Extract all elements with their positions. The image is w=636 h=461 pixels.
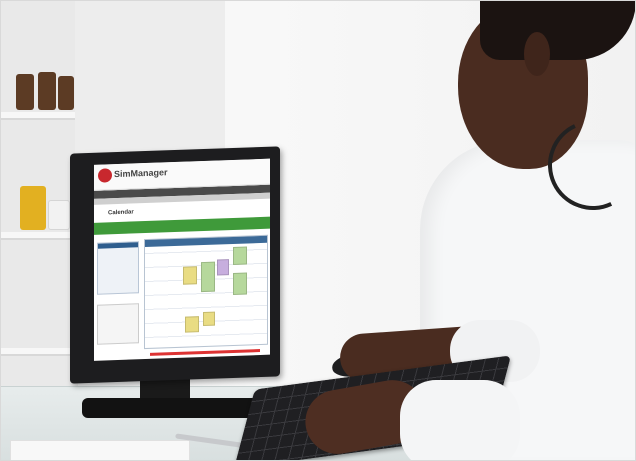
papers xyxy=(10,440,190,461)
calendar-grid-header xyxy=(145,235,267,248)
appointment-block xyxy=(185,316,199,333)
mini-calendar-header xyxy=(98,242,138,249)
screen-page-title: Calendar xyxy=(108,209,134,217)
doctor-hair xyxy=(480,0,636,60)
container xyxy=(20,186,46,230)
appointment-block xyxy=(201,261,215,293)
app-logo-text: SimManager xyxy=(114,167,168,180)
shelf-unit xyxy=(0,0,78,400)
bottle xyxy=(58,76,74,110)
mini-calendar xyxy=(97,241,139,295)
bottle xyxy=(16,74,34,110)
bottle xyxy=(38,72,56,110)
logo-icon xyxy=(98,168,112,183)
shelf xyxy=(0,348,78,356)
doctor-ear xyxy=(524,32,550,76)
monitor: SimManager Calendar xyxy=(70,146,280,384)
appointment-block xyxy=(183,266,197,285)
appointment-block xyxy=(203,311,215,327)
shelf xyxy=(0,232,78,240)
side-list xyxy=(97,303,139,345)
container xyxy=(48,200,70,230)
monitor-base xyxy=(82,398,270,418)
monitor-screen: SimManager Calendar xyxy=(94,158,270,361)
calendar-grid xyxy=(144,234,268,350)
appointment-block xyxy=(233,246,247,265)
doctor-left-sleeve xyxy=(400,380,520,461)
success-message-bar xyxy=(94,216,270,235)
shelf xyxy=(0,112,78,120)
appointment-block xyxy=(217,259,229,276)
screen-footer-bar xyxy=(150,349,260,356)
appointment-block xyxy=(233,272,247,295)
photo-scene: SimManager Calendar xyxy=(0,0,636,461)
